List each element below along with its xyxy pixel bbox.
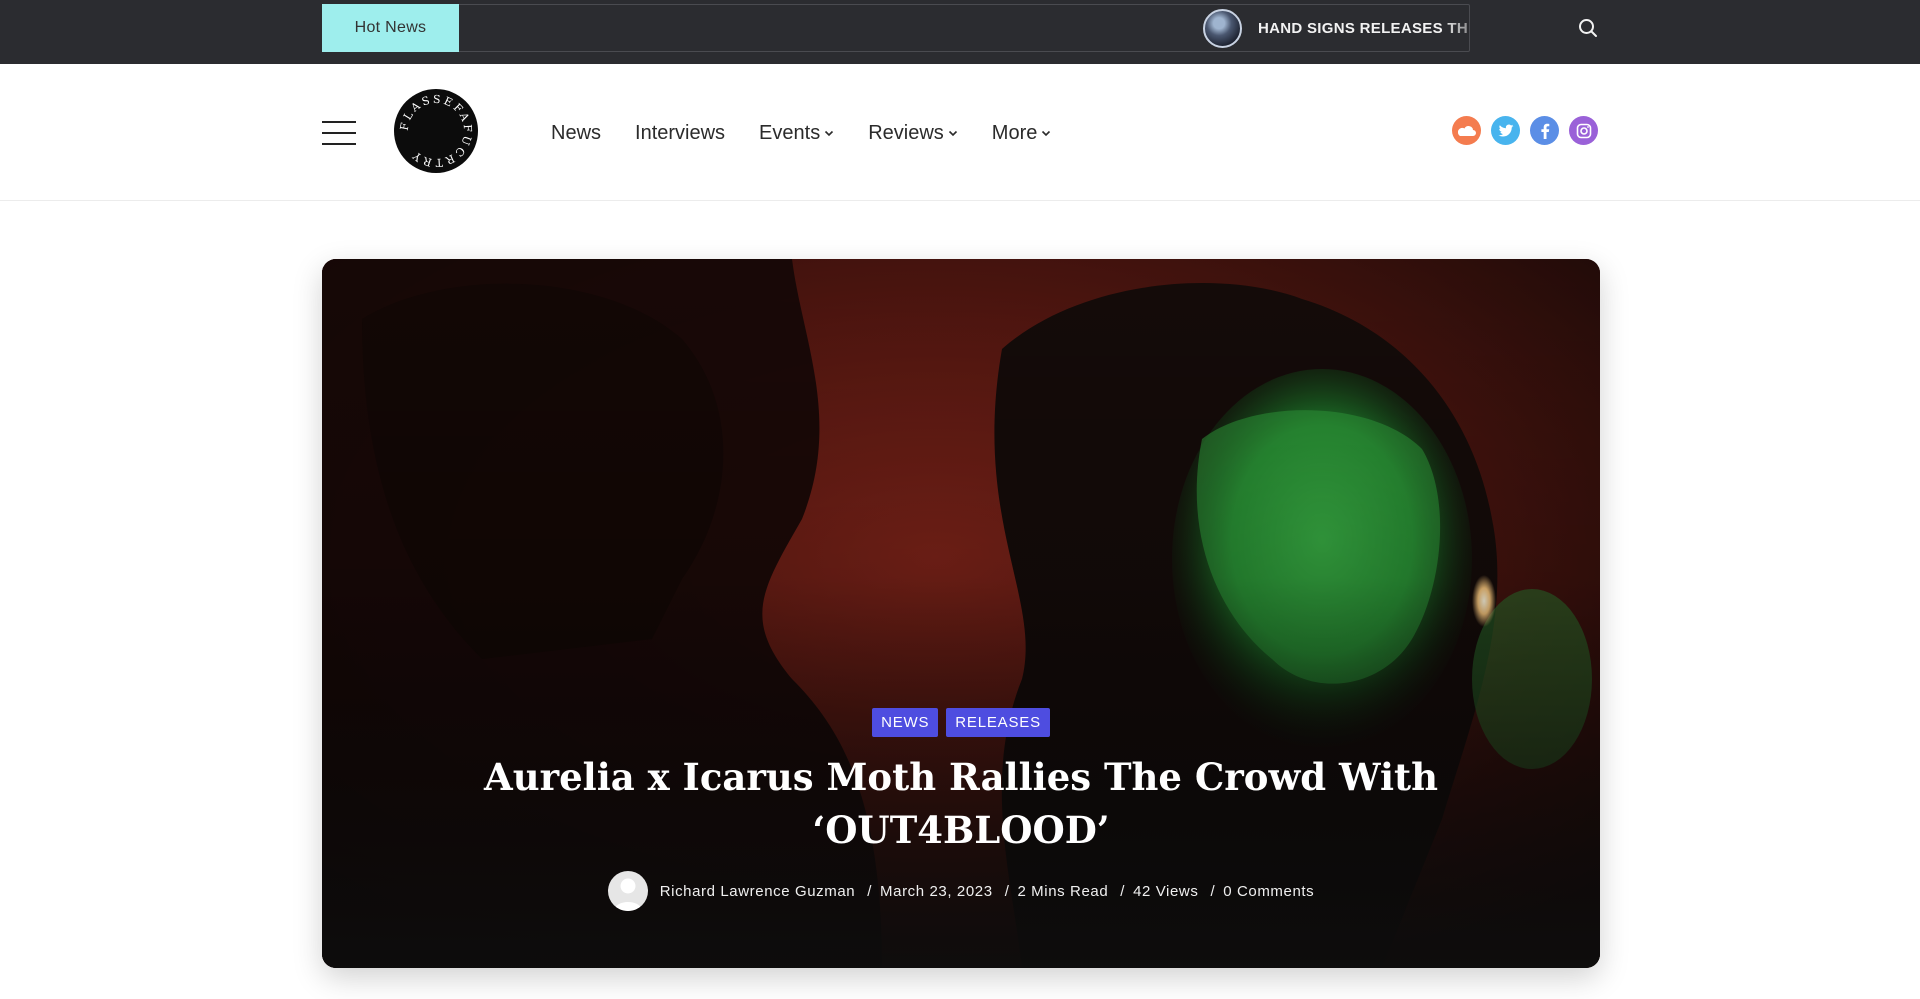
chevron-down-icon xyxy=(948,130,957,137)
read-time: 2 Mins Read xyxy=(1017,882,1109,900)
chevron-down-icon xyxy=(1042,130,1051,137)
nav-item-more[interactable]: More xyxy=(992,122,1052,145)
hot-news-label: Hot News xyxy=(322,4,459,52)
featured-article-card[interactable]: NEWS RELEASES Aurelia x Icarus Moth Rall… xyxy=(322,259,1600,968)
nav-label: Interviews xyxy=(635,121,726,144)
search-icon[interactable] xyxy=(1576,16,1600,40)
instagram-icon[interactable] xyxy=(1569,116,1598,145)
meta-separator: / xyxy=(1004,882,1010,900)
nav-label: More xyxy=(991,121,1038,144)
top-bar: Hot News HAND SIGNS RELEASES THEIR xyxy=(0,0,1920,64)
nav-item-news[interactable]: News xyxy=(551,122,601,145)
menu-icon[interactable] xyxy=(322,121,356,145)
view-count: 42 Views xyxy=(1133,882,1199,900)
meta-separator: / xyxy=(1120,882,1126,900)
ticker-headline-link[interactable]: HAND SIGNS RELEASES THEIR xyxy=(1203,8,1468,48)
ticker-headline: HAND SIGNS RELEASES THEIR xyxy=(1258,19,1468,37)
nav-label: News xyxy=(551,121,602,144)
facebook-icon[interactable] xyxy=(1530,116,1559,145)
nav-label: Events xyxy=(759,121,821,144)
avatar[interactable] xyxy=(607,871,648,911)
nav-label: Reviews xyxy=(868,121,944,144)
nav-item-events[interactable]: Events xyxy=(759,122,834,145)
chevron-down-icon xyxy=(825,130,834,137)
twitter-icon[interactable] xyxy=(1491,116,1520,145)
article-meta: Richard Lawrence Guzman / March 23, 2023… xyxy=(322,871,1600,911)
site-logo[interactable]: FLASSEFAFUCRTRY xyxy=(393,88,479,174)
meta-separator: / xyxy=(867,882,873,900)
category-tag-news[interactable]: NEWS xyxy=(872,708,939,737)
site-header: FLASSEFAFUCRTRY News Interviews Events R… xyxy=(0,64,1920,201)
ticker-thumbnail xyxy=(1203,8,1242,48)
main-nav: News Interviews Events Reviews More xyxy=(551,116,1085,150)
category-tag-releases[interactable]: RELEASES xyxy=(946,708,1050,737)
social-links xyxy=(1452,116,1608,146)
category-tags: NEWS RELEASES xyxy=(322,708,1600,737)
nav-item-reviews[interactable]: Reviews xyxy=(868,122,958,145)
nav-item-interviews[interactable]: Interviews xyxy=(635,122,725,145)
comment-count[interactable]: 0 Comments xyxy=(1223,883,1314,900)
featured-image xyxy=(322,259,1600,968)
publish-date: March 23, 2023 xyxy=(880,882,993,900)
soundcloud-icon[interactable] xyxy=(1452,116,1481,145)
author-name[interactable]: Richard Lawrence Guzman xyxy=(660,883,856,900)
article-title[interactable]: Aurelia x Icarus Moth Rallies The Crowd … xyxy=(462,751,1460,857)
meta-separator: / xyxy=(1210,882,1216,900)
